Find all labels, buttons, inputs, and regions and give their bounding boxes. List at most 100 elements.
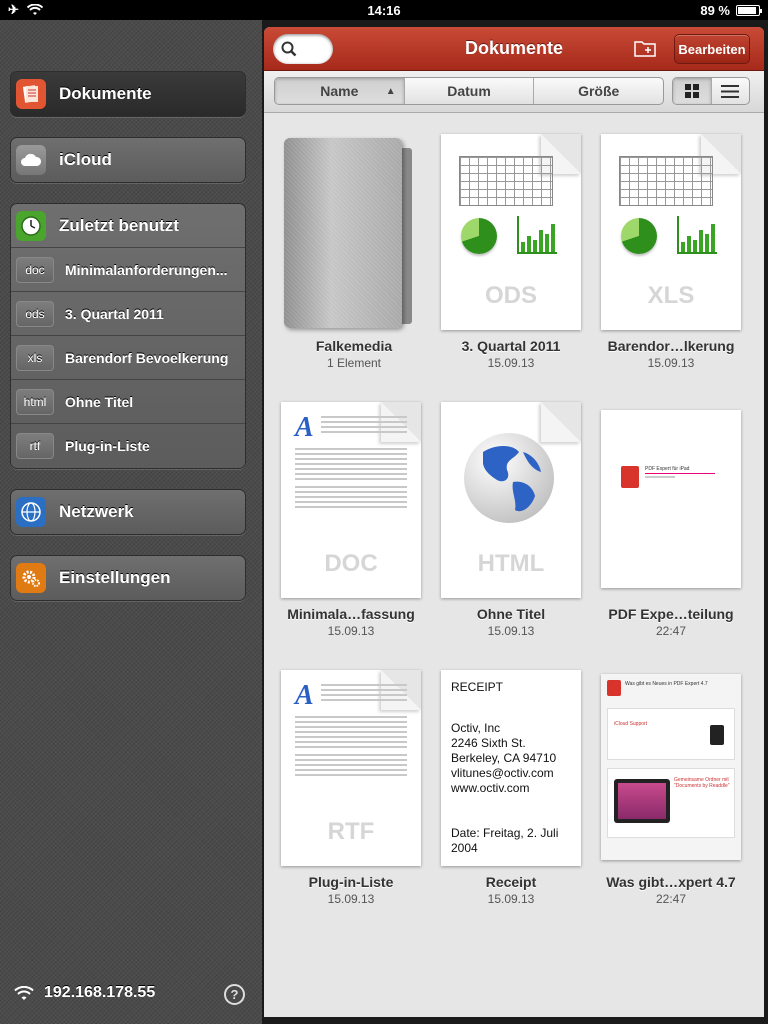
- spreadsheet-thumbnail: ODS: [441, 134, 581, 330]
- list-icon: [721, 84, 740, 98]
- cloud-icon: [16, 145, 46, 175]
- recent-item-label: Plug-in-Liste: [65, 438, 150, 454]
- file-type-badge: rtf: [16, 433, 54, 459]
- text-document-icon: A: [295, 412, 314, 443]
- receipt-heading: RECEIPT: [451, 680, 504, 694]
- file-meta: 1 Element: [326, 356, 382, 370]
- documents-icon: [16, 79, 46, 109]
- documents-panel: Dokumente Bearbeiten Name▲ Datum Größe: [264, 27, 764, 1017]
- wifi-address: 192.168.178.55: [14, 984, 155, 1002]
- edit-button[interactable]: Bearbeiten: [674, 34, 750, 64]
- file-name: Ohne Titel: [476, 606, 546, 622]
- ip-address: 192.168.178.55: [44, 984, 156, 1001]
- table-icon: [619, 156, 713, 206]
- pdf-title: PDF Expert für iPad: [645, 466, 690, 472]
- file-extension: ODS: [484, 282, 537, 309]
- globe-icon: [464, 433, 554, 523]
- pdf-thumbnail: Was gibt es Neues in PDF Expert 4.7 iClo…: [601, 674, 741, 860]
- file-meta: 15.09.13: [487, 356, 535, 370]
- battery-icon: [736, 5, 762, 16]
- ipad-screenshot: [614, 779, 670, 823]
- main-area: Dokumente Bearbeiten Name▲ Datum Größe: [262, 20, 768, 1024]
- list-view-button[interactable]: [712, 78, 750, 104]
- sidebar-item-label: Dokumente: [59, 84, 152, 103]
- gears-icon: [16, 563, 46, 593]
- clock-icon: [16, 210, 46, 241]
- recent-item[interactable]: html Ohne Titel: [11, 380, 245, 424]
- recent-item[interactable]: ods 3. Quartal 2011: [11, 292, 245, 336]
- sidebar-item-label: Zuletzt benutzt: [59, 215, 179, 235]
- recent-item-label: Barendorf Bevoelkerung: [65, 349, 229, 366]
- document-thumbnail: A RTF: [281, 670, 421, 866]
- document-thumbnail: A DOC: [281, 402, 421, 598]
- new-folder-icon[interactable]: [634, 39, 656, 57]
- text-document-icon: A: [295, 680, 314, 711]
- file-extension: DOC: [324, 550, 378, 577]
- navigation-bar: Dokumente Bearbeiten: [264, 27, 764, 71]
- sidebar: Dokumente iCloud Zuletzt benutzt doc Mini…: [0, 20, 262, 1024]
- sort-toolbar: Name ▲ Datum Größe: [264, 71, 764, 113]
- file-name: Was gibt…xpert 4.7: [606, 874, 736, 890]
- pie-chart-icon: [621, 218, 657, 254]
- table-icon: [459, 156, 553, 206]
- file-meta: 15.09.13: [487, 892, 535, 906]
- bar-chart-icon: [677, 216, 717, 254]
- pdf-expert-logo: [621, 466, 639, 488]
- view-mode-control: [672, 77, 750, 105]
- wifi-icon: [14, 985, 34, 1000]
- recent-item-label: 3. Quartal 2011: [65, 305, 164, 322]
- sidebar-item-label: Einstellungen: [59, 568, 171, 587]
- file-name: Plug-in-Liste: [308, 874, 394, 890]
- battery-percent: 89 %: [700, 3, 730, 18]
- file-name: Minimala…fassung: [287, 606, 415, 622]
- sort-segmented-control: Name ▲ Datum Größe: [274, 77, 664, 105]
- devices-icon: [710, 725, 724, 745]
- file-type-badge: xls: [16, 344, 54, 371]
- sidebar-item-recent[interactable]: Zuletzt benutzt: [11, 204, 245, 248]
- recent-item[interactable]: xls Barendorf Bevoelkerung: [11, 336, 245, 380]
- file-extension: XLS: [647, 282, 695, 309]
- recent-item-label: Minimalanforderungen...: [65, 261, 228, 278]
- help-button[interactable]: ?: [224, 984, 245, 1005]
- status-bar: ✈ 14:16 89 %: [0, 0, 768, 20]
- html-thumbnail: HTML: [441, 402, 581, 598]
- file-type-badge: ods: [16, 300, 54, 327]
- file-meta: 22:47: [655, 624, 687, 638]
- spreadsheet-thumbnail: XLS: [601, 134, 741, 330]
- recent-item[interactable]: rtf Plug-in-Liste: [11, 424, 245, 468]
- file-name: 3. Quartal 2011: [461, 338, 561, 354]
- sidebar-item-netzwerk[interactable]: Netzwerk: [10, 489, 246, 535]
- file-meta: 15.09.13: [327, 892, 375, 906]
- sort-by-name-tab[interactable]: Name ▲: [275, 78, 405, 104]
- folder-icon: [284, 138, 412, 328]
- file-name: Barendor…lkerung: [607, 338, 735, 354]
- sidebar-item-dokumente[interactable]: Dokumente: [10, 71, 246, 117]
- sort-by-date-tab[interactable]: Datum: [405, 78, 535, 104]
- file-meta: 22:47: [655, 892, 687, 906]
- file-meta: 15.09.13: [647, 356, 695, 370]
- bar-chart-icon: [517, 216, 557, 254]
- sidebar-item-icloud[interactable]: iCloud: [10, 137, 246, 183]
- file-meta: 15.09.13: [487, 624, 535, 638]
- sidebar-item-einstellungen[interactable]: Einstellungen: [10, 555, 246, 601]
- recent-group: Zuletzt benutzt doc Minimalanforderungen.…: [10, 203, 246, 469]
- grid-icon: [684, 84, 699, 98]
- pie-chart-icon: [461, 218, 497, 254]
- recent-item-label: Ohne Titel: [65, 393, 134, 410]
- globe-icon: [16, 497, 46, 527]
- clock: 14:16: [367, 3, 401, 18]
- file-type-badge: html: [16, 388, 54, 415]
- file-type-badge: doc: [16, 256, 54, 283]
- file-name: Falkemedia: [315, 338, 393, 354]
- file-extension: RTF: [327, 818, 375, 845]
- recent-item[interactable]: doc Minimalanforderungen...: [11, 248, 245, 292]
- file-extension: HTML: [477, 550, 545, 577]
- file-meta: 15.09.13: [327, 624, 375, 638]
- receipt-thumbnail: RECEIPT Octiv, Inc 2246 Sixth St. Berkel…: [441, 670, 581, 866]
- pdf-thumbnail: PDF Expert für iPad: [601, 410, 741, 588]
- pdf-title: Was gibt es Neues in PDF Expert 4.7: [625, 681, 708, 687]
- file-name: Receipt: [485, 874, 537, 890]
- sort-by-size-tab[interactable]: Größe: [534, 78, 663, 104]
- grid-view-button[interactable]: [673, 78, 712, 104]
- sidebar-item-label: Netzwerk: [59, 502, 134, 521]
